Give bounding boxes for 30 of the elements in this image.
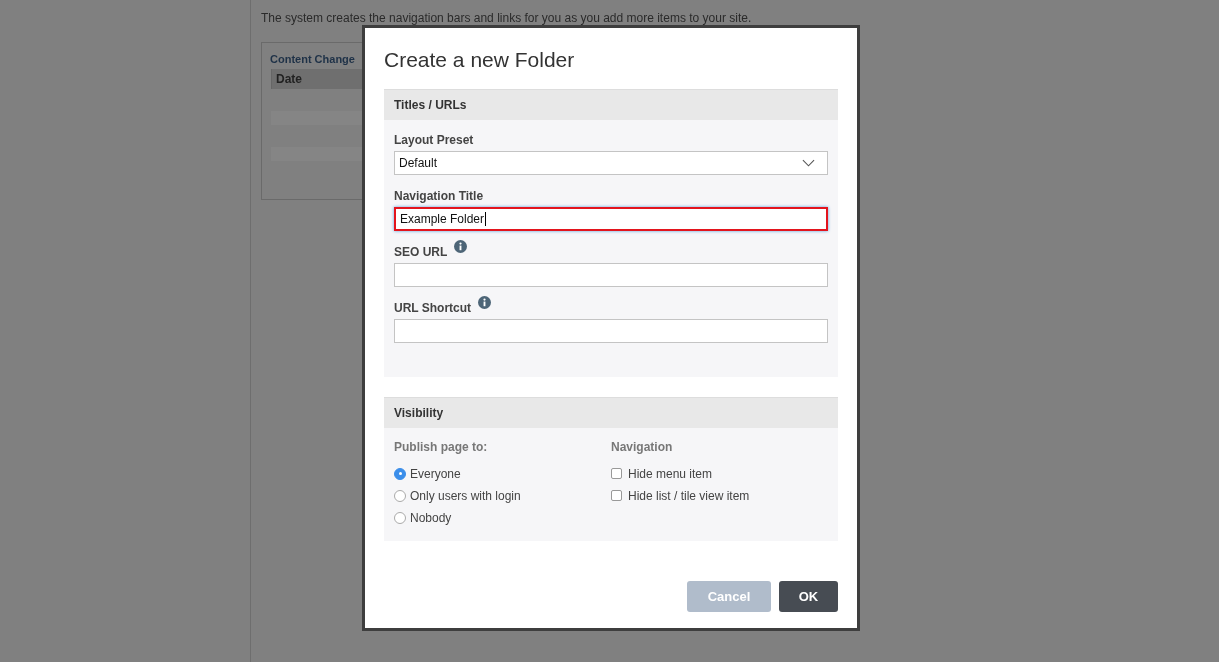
group-label: Navigation [611,440,674,454]
field-label: SEO URL [394,245,448,259]
radio-button[interactable] [394,511,406,524]
option-label: Hide menu item [628,466,713,481]
section-heading: Visibility [384,397,838,428]
checkbox[interactable] [611,468,622,479]
field-label: Navigation Title [394,189,484,203]
text-field[interactable] [394,263,828,287]
intro-text: The system creates the navigation bars and links for you as you add more items to your site. [261,11,752,25]
text-field[interactable] [394,319,828,343]
section-heading: Titles / URLs [384,89,838,120]
chevron-icon [802,159,815,167]
info-icon[interactable] [478,296,492,309]
group-label: Publish page to: [394,440,489,454]
field-label: URL Shortcut [394,301,472,315]
radio-button[interactable] [394,467,406,480]
option-label: Only users with login [410,488,521,503]
dialog-title: Create a new Folder [384,48,576,72]
ok-button[interactable]: OK [779,581,838,612]
text-field[interactable]: Example Folder [394,207,828,231]
radio-button[interactable] [394,489,406,502]
checkbox[interactable] [611,490,622,501]
option-label: Hide list / tile view item [628,488,750,503]
column-header: Date [276,72,302,86]
panel-title: Content Change [270,53,355,65]
layout-select[interactable]: Default [394,151,828,175]
option-label: Everyone [410,466,461,481]
field-label: Layout Preset [394,133,474,147]
option-label: Nobody [410,510,452,525]
info-icon[interactable] [454,240,468,253]
